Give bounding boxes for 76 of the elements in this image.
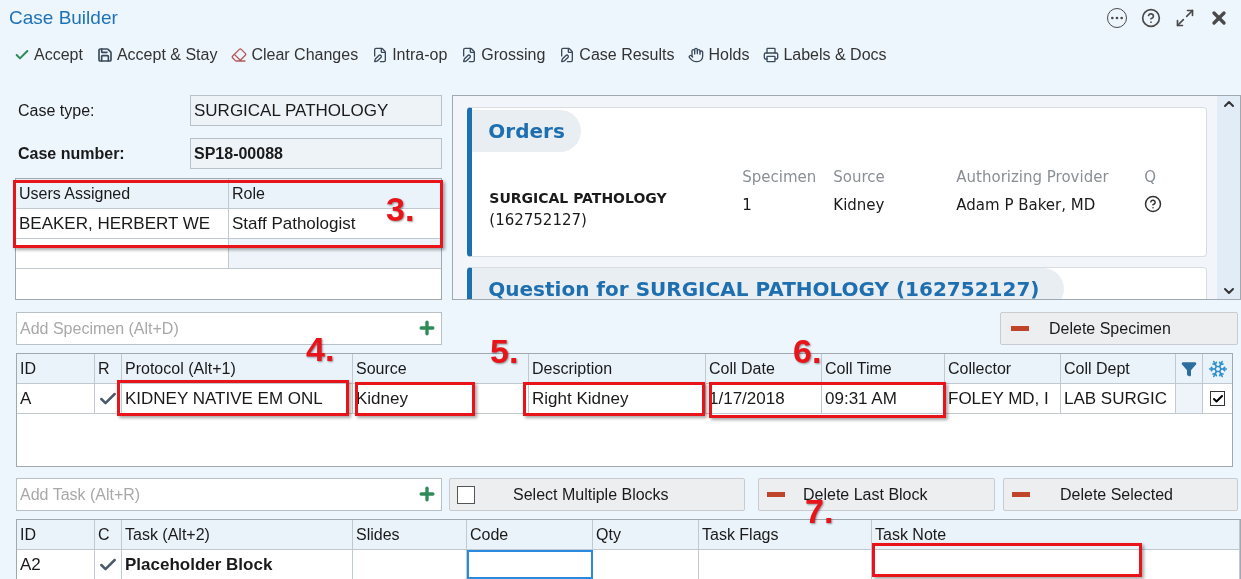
toolbar-button[interactable]: Intra-op — [372, 43, 448, 67]
case-type-field: SURGICAL PATHOLOGY — [190, 95, 443, 126]
cell-text: Staff Pathologist — [232, 212, 356, 235]
minus-icon — [1011, 326, 1029, 331]
save-icon — [96, 47, 113, 63]
select-multiple-button[interactable]: Select Multiple Blocks — [449, 478, 745, 511]
hand-icon — [688, 47, 705, 63]
order-number: (162752127) — [489, 210, 588, 231]
toolbar-button[interactable]: Case Results — [559, 43, 675, 67]
toolbar-button[interactable]: Accept & Stay — [96, 43, 218, 67]
column-header: ID — [17, 520, 95, 549]
toolbar-button[interactable]: Clear Changes — [231, 43, 359, 67]
section-title: Orders — [472, 110, 581, 152]
order-value: Adam P Baker, MD — [956, 194, 1097, 216]
document-pen-icon — [372, 47, 389, 63]
column-header: Coll Time — [822, 354, 945, 383]
table-cell: A2 — [17, 550, 95, 579]
table-cell: A — [17, 384, 95, 413]
help-icon[interactable] — [1141, 8, 1161, 28]
column-header: Q — [1144, 167, 1158, 188]
column-header: Collector — [945, 354, 1061, 383]
column-header: Description — [529, 354, 706, 383]
scrollbar[interactable] — [1217, 96, 1240, 299]
order-value: Kidney — [833, 194, 886, 216]
eraser-icon — [231, 47, 248, 63]
column-header: Code — [467, 520, 593, 549]
column-header: Qty — [593, 520, 699, 549]
field-label: Case number: — [17, 143, 126, 164]
close-icon[interactable] — [1209, 8, 1229, 28]
table-cell: Placeholder Block — [122, 550, 353, 579]
help-icon[interactable] — [1144, 194, 1163, 213]
column-header: R — [95, 354, 122, 383]
minus-icon — [767, 492, 785, 497]
column-header: Role — [231, 183, 266, 204]
toolbar-button[interactable]: Accept — [14, 43, 83, 67]
checkbox[interactable] — [1210, 391, 1225, 406]
column-header: Task Note — [872, 520, 1240, 549]
cell-text: BEAKER, HERBERT WE — [19, 212, 211, 235]
field-label: Case type: — [17, 100, 96, 121]
column-header: Task (Alt+2) — [122, 520, 353, 549]
table-cell: FOLEY MD, I — [945, 384, 1061, 413]
toolbar-button[interactable]: Grossing — [461, 43, 546, 67]
section-title: Question for SURGICAL PATHOLOGY (162752127) — [472, 268, 1064, 299]
delete-selected-button[interactable]: Delete Selected — [1003, 478, 1238, 511]
document-pen-icon — [559, 47, 576, 63]
filter-icon[interactable] — [1181, 360, 1197, 377]
column-header: Source — [833, 167, 886, 188]
order-value: 1 — [742, 194, 753, 216]
column-header: C — [95, 520, 122, 549]
table-cell: 09:31 AM — [822, 384, 945, 413]
document-pen-icon — [461, 47, 478, 63]
code-field[interactable] — [467, 550, 593, 579]
snowflake-icon[interactable] — [1207, 358, 1228, 379]
window-title: Case Builder — [9, 5, 118, 30]
column-header: Authorizing Provider — [956, 167, 1110, 188]
column-header: Specimen — [742, 167, 818, 188]
add-icon[interactable] — [417, 484, 437, 504]
checkbox[interactable] — [457, 485, 475, 504]
column-header: Slides — [353, 520, 467, 549]
column-header: ID — [17, 354, 95, 383]
order-name: SURGICAL PATHOLOGY — [489, 189, 668, 208]
add-icon[interactable] — [417, 318, 437, 338]
column-header: Users Assigned — [16, 179, 229, 208]
column-header: Coll Dept — [1061, 354, 1176, 383]
table-cell: 1/17/2018 — [706, 384, 822, 413]
toolbar-button[interactable]: Holds — [688, 43, 750, 67]
toolbar-button[interactable]: Labels & Docs — [763, 43, 887, 67]
table-cell: Right Kidney — [529, 384, 706, 413]
case-number-field: SP18-00088 — [190, 138, 443, 169]
maximize-icon[interactable] — [1175, 8, 1195, 28]
delete-specimen-button[interactable]: Delete Specimen — [1000, 312, 1238, 345]
add-task-field[interactable]: Add Task (Alt+R) — [16, 478, 442, 511]
printer-icon — [763, 47, 780, 63]
table-cell: KIDNEY NATIVE EM ONL — [122, 384, 353, 413]
minus-icon — [1012, 492, 1030, 497]
callout-number: 3. — [386, 192, 415, 226]
